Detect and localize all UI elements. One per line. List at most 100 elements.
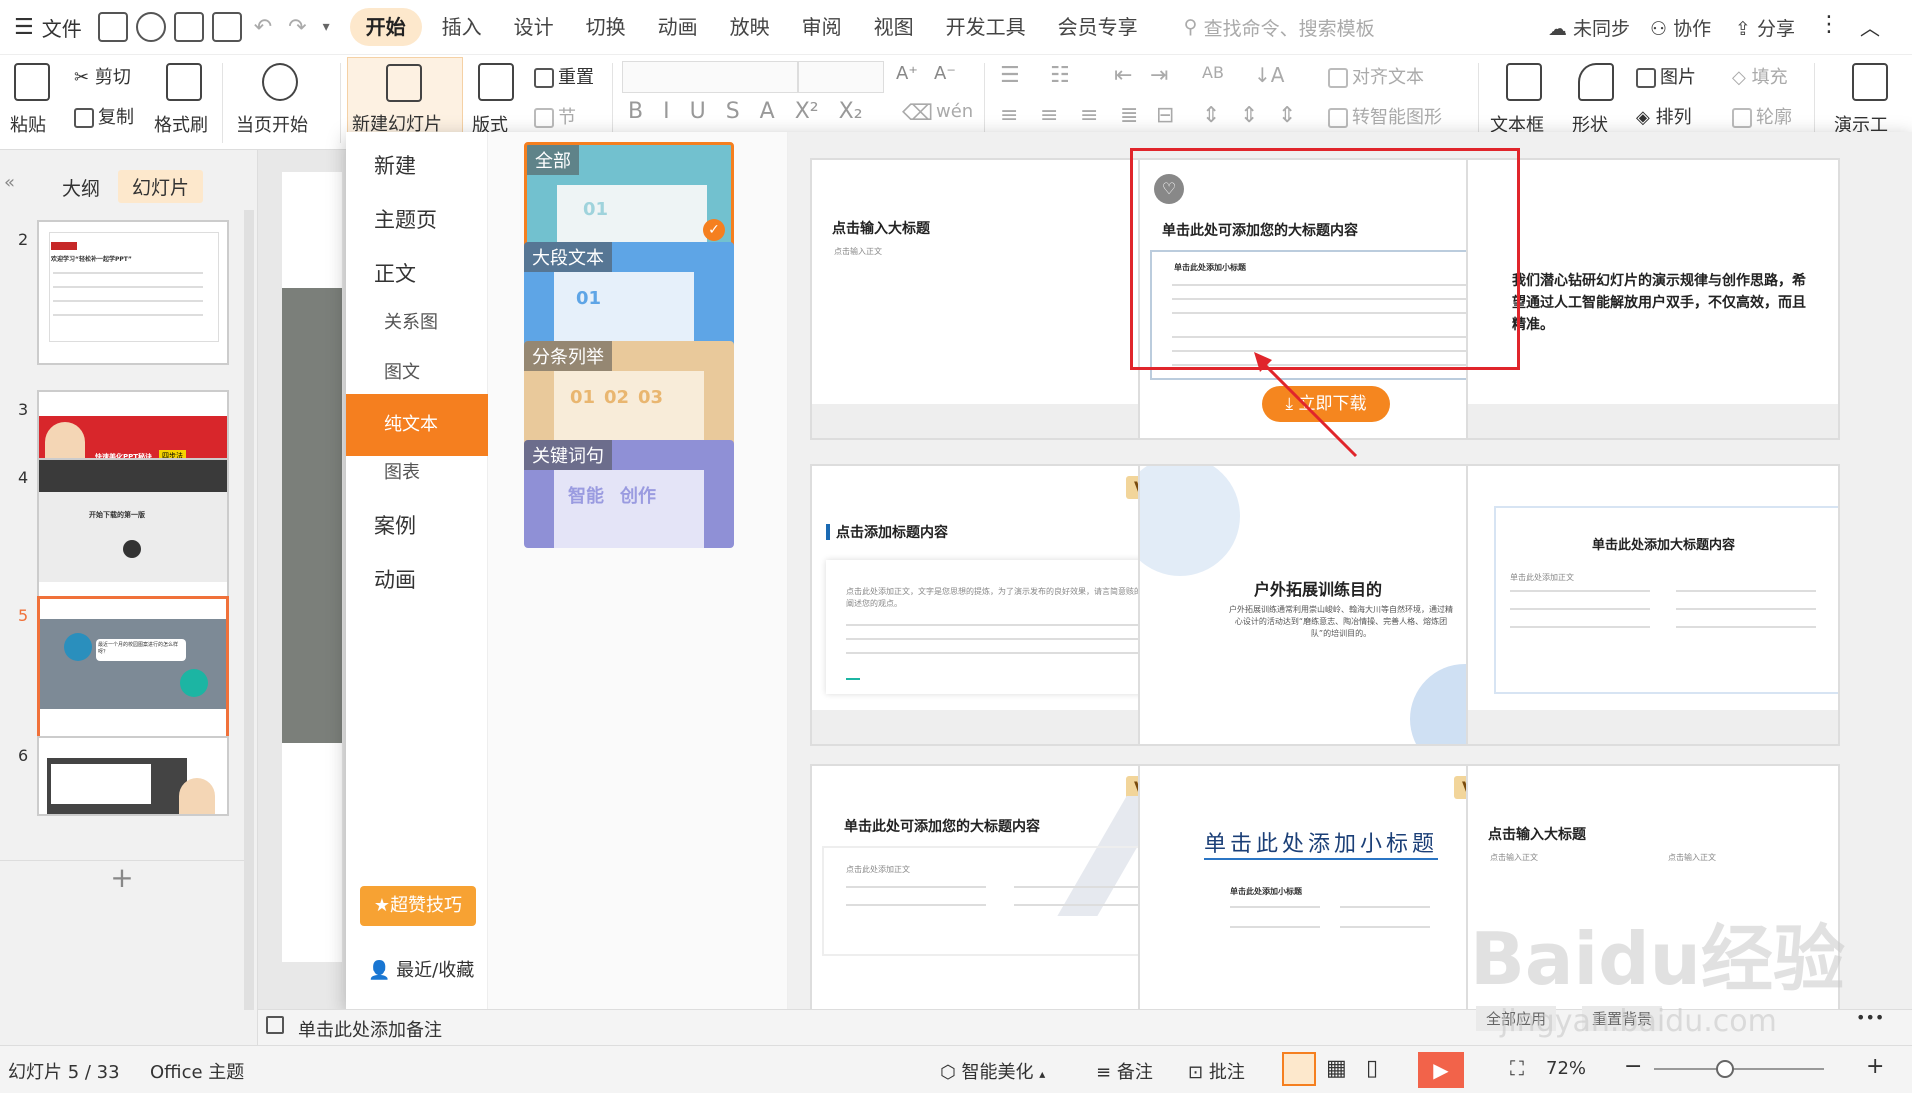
menu-tab[interactable]: 放映 (714, 0, 786, 55)
tab-outline[interactable]: 大纲 (62, 174, 100, 201)
arrange-button[interactable]: ◈ 排列 (1636, 103, 1692, 129)
format-painter-icon[interactable] (166, 63, 202, 101)
nav-item[interactable]: 案例› (374, 510, 504, 540)
nav-item[interactable]: 新建 (374, 150, 416, 180)
layout-icon[interactable] (478, 63, 514, 101)
nav-item[interactable]: 图表 (384, 458, 420, 484)
redo-icon[interactable]: ↷ (288, 15, 306, 40)
menu-tab[interactable]: 插入 (426, 0, 498, 55)
section-button[interactable]: 节 (534, 103, 576, 129)
recent-favorites[interactable]: 👤 最近/收藏 (368, 956, 474, 982)
present-tool-icon[interactable] (1852, 63, 1888, 101)
share-button[interactable]: ⇪ 分享 (1735, 14, 1795, 41)
template-card[interactable]: VIP 单击此处添加小标题 单击此处添加小标题 (1138, 764, 1512, 1009)
font-style-button[interactable]: S (726, 99, 740, 124)
template-card[interactable]: 单击此处添加大标题内容 单击此处添加正文 (1466, 464, 1840, 746)
from-current-button[interactable]: 当页开始 (236, 111, 308, 137)
nav-item[interactable]: 纯文本 (346, 394, 488, 456)
nav-item[interactable]: 主题页› (374, 204, 525, 234)
fit-window-icon[interactable]: ⛶ (1510, 1056, 1524, 1080)
zoom-slider-thumb[interactable] (1716, 1060, 1735, 1078)
shape-icon[interactable] (1578, 63, 1614, 101)
collapse-ribbon-icon[interactable]: ︿ (1860, 12, 1880, 41)
eraser-icon[interactable]: ⌫ (902, 101, 933, 126)
more-dots-icon[interactable]: ⋮ (1818, 12, 1840, 37)
line-spacing-icon[interactable]: ⇕ (1202, 103, 1220, 128)
print-preview-icon[interactable] (211, 12, 242, 42)
zoom-out-button[interactable]: − (1624, 1054, 1642, 1079)
font-size-up-button[interactable]: A⁺ (896, 63, 918, 84)
category-large-text[interactable]: 01 大段文本 (524, 242, 734, 350)
category-list-items[interactable]: 01 02 03 分条列举 (524, 341, 734, 449)
slide-thumbnail-4[interactable]: 开始下载的第一版 (37, 458, 229, 603)
picture-button[interactable]: 图片 (1636, 63, 1696, 89)
font-style-button[interactable]: U (690, 99, 706, 124)
outdent-icon[interactable]: ⇥ (1150, 63, 1168, 88)
category-all[interactable]: 01 全部 ✓ (524, 142, 734, 250)
slide-thumbnail-2[interactable]: 欢迎学习“轻松补一起学PPT” (37, 220, 229, 365)
nav-item[interactable]: 图文 (384, 358, 420, 384)
add-slide-button[interactable]: + (0, 860, 244, 900)
template-card[interactable]: 我们潜心钻研幻灯片的演示规律与创作思路，希望通过人工智能解放用户双手，不仅高效，… (1466, 158, 1840, 440)
template-card[interactable]: 户外拓展训练目的 户外拓展训练通常利用崇山峻岭、翰海大川等自然环境，通过精心设计… (1138, 464, 1512, 746)
pinyin-icon[interactable]: wén (936, 101, 973, 122)
sync-button[interactable]: ☁ 未同步 (1548, 14, 1630, 41)
para-spacing-icon[interactable]: ⇕ (1240, 103, 1258, 128)
textbox-icon[interactable] (1506, 63, 1542, 101)
undo-icon[interactable]: ↶ (254, 15, 272, 40)
print-icon[interactable] (173, 12, 204, 42)
zoom-slider-track[interactable] (1654, 1068, 1824, 1070)
menu-tab[interactable]: 开发工具 (930, 0, 1042, 55)
more-chevron-icon[interactable]: ▾ (323, 19, 330, 35)
font-style-button[interactable]: X₂ (839, 99, 863, 124)
current-slide[interactable] (282, 172, 342, 962)
cut-button[interactable]: ✂ 剪切 (74, 63, 131, 89)
more-dots-icon[interactable]: ••• (1856, 1008, 1884, 1027)
reading-view-icon[interactable]: ▯ (1366, 1056, 1378, 1081)
char-spacing-icon[interactable]: ⇕ (1278, 103, 1296, 128)
zoom-select[interactable]: 72% (1546, 1058, 1586, 1079)
reset-button[interactable]: 重置 (534, 63, 594, 89)
font-style-button[interactable]: I (663, 99, 670, 124)
bullets-icon[interactable]: ☰ (1000, 63, 1020, 88)
outline-button[interactable]: 轮廓 (1732, 103, 1792, 129)
align-text-button[interactable]: 对齐文本 (1328, 63, 1424, 89)
save-icon[interactable] (97, 12, 128, 42)
tab-slides[interactable]: 幻灯片 (118, 170, 204, 203)
tips-button[interactable]: ★超赞技巧 (360, 886, 476, 926)
normal-view-icon[interactable] (1282, 1052, 1316, 1086)
beautify-button[interactable]: ⬡ 智能美化 ▴ (940, 1058, 1045, 1084)
menu-tab[interactable]: 会员专享 (1042, 0, 1154, 55)
smart-art-button[interactable]: 转智能图形 (1328, 103, 1442, 129)
font-style-button[interactable]: B (628, 99, 643, 124)
menu-tab[interactable]: 动画 (642, 0, 714, 55)
font-size-down-button[interactable]: A⁻ (934, 63, 956, 84)
theme-name[interactable]: Office 主题 (150, 1058, 244, 1084)
menu-tab[interactable]: 开始 (349, 8, 422, 46)
nav-item[interactable]: 动画› (374, 564, 504, 594)
paste-icon[interactable] (14, 63, 50, 101)
notes-toggle[interactable]: ≡ 备注 (1096, 1058, 1153, 1084)
format-painter-button[interactable]: 格式刷 (154, 111, 208, 137)
align-left-icon[interactable]: ≡ (1000, 103, 1018, 128)
collapse-panel-icon[interactable]: « (4, 172, 15, 193)
font-style-button[interactable]: A (760, 99, 775, 124)
play-button[interactable]: ▶ (1418, 1052, 1464, 1088)
template-card[interactable]: VIP 点击添加标题内容 点击此处添加正文，文字是您思想的提炼，为了演示发布的良… (810, 464, 1184, 746)
nav-item[interactable]: 关系图 (384, 308, 438, 334)
justify-icon[interactable]: ≣ (1120, 103, 1138, 128)
template-card[interactable]: VIP 单击此处可添加您的大标题内容 点击此处添加正文 (810, 764, 1184, 1009)
nav-item[interactable]: 正文⌄ (374, 258, 504, 288)
play-from-current-icon[interactable] (262, 63, 298, 101)
slide-thumbnail-5[interactable]: 最近一个月的校园图案进行的怎么样呀？ (37, 596, 229, 741)
align-right-icon[interactable]: ≡ (1080, 103, 1098, 128)
font-style-button[interactable]: X² (795, 99, 819, 124)
collab-button[interactable]: ⚇ 协作 (1650, 14, 1711, 41)
comment-toggle[interactable]: ⊡ 批注 (1188, 1058, 1245, 1084)
menu-tab[interactable]: 视图 (858, 0, 930, 55)
menu-tab[interactable]: 审阅 (786, 0, 858, 55)
category-keywords[interactable]: 智能 创作 关键词句 (524, 440, 734, 548)
fill-button[interactable]: ◇ 填充 (1732, 63, 1788, 89)
textbox-ab-icon[interactable]: AB (1202, 63, 1224, 82)
numbering-icon[interactable]: ☷ (1050, 63, 1070, 88)
